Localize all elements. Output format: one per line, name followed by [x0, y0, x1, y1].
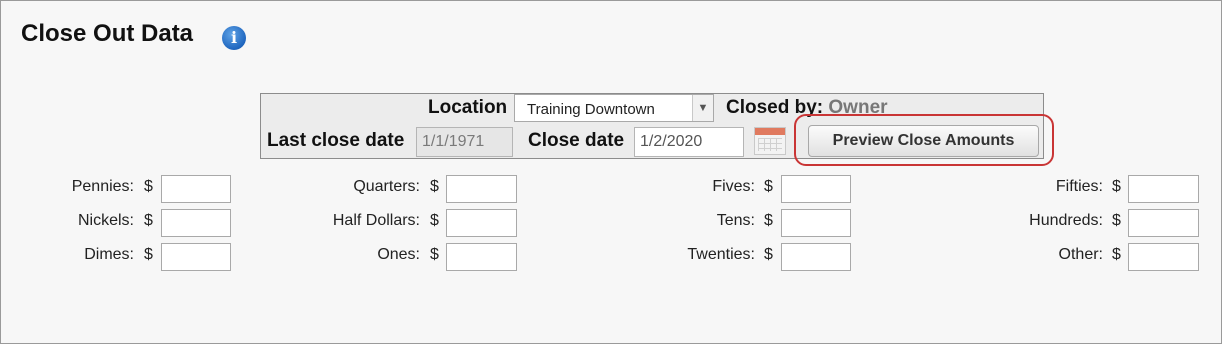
hundreds-input[interactable] — [1128, 209, 1199, 237]
dollar-sign: $ — [764, 246, 773, 263]
tens-input[interactable] — [781, 209, 851, 237]
nickels-input[interactable] — [161, 209, 231, 237]
dollar-sign: $ — [1112, 178, 1121, 195]
dollar-sign: $ — [430, 246, 439, 263]
dollar-sign: $ — [144, 178, 153, 195]
chevron-down-icon[interactable]: ▼ — [692, 95, 713, 121]
twenties-label: Twenties: — [687, 246, 755, 263]
close-date-field[interactable] — [634, 127, 744, 157]
ones-label: Ones: — [377, 246, 420, 263]
info-icon[interactable]: i — [222, 26, 246, 50]
dimes-input[interactable] — [161, 243, 231, 271]
dollar-sign: $ — [1112, 212, 1121, 229]
ones-input[interactable] — [446, 243, 517, 271]
pennies-input[interactable] — [161, 175, 231, 203]
quarters-label: Quarters: — [353, 178, 420, 195]
last-close-date-label: Last close date — [267, 130, 405, 151]
dollar-sign: $ — [144, 212, 153, 229]
dollar-sign: $ — [430, 212, 439, 229]
nickels-label: Nickels: — [77, 212, 134, 229]
preview-close-amounts-button[interactable]: Preview Close Amounts — [808, 125, 1039, 157]
dimes-label: Dimes: — [84, 246, 134, 263]
close-out-window — [0, 0, 1222, 344]
hundreds-label: Hundreds: — [1029, 212, 1103, 229]
half-dollars-input[interactable] — [446, 209, 517, 237]
tens-label: Tens: — [716, 212, 755, 229]
other-label: Other: — [1058, 246, 1103, 263]
location-select[interactable]: Training Downtown ▼ — [514, 94, 714, 122]
half-dollars-label: Half Dollars: — [332, 212, 420, 229]
dollar-sign: $ — [144, 246, 153, 263]
pennies-label: Pennies: — [71, 178, 134, 195]
fifties-input[interactable] — [1128, 175, 1199, 203]
fives-input[interactable] — [781, 175, 851, 203]
fives-label: Fives: — [712, 178, 755, 195]
other-input[interactable] — [1128, 243, 1199, 271]
dollar-sign: $ — [1112, 246, 1121, 263]
dollar-sign: $ — [430, 178, 439, 195]
last-close-date-field — [416, 127, 513, 157]
location-selected-value: Training Downtown — [527, 101, 655, 118]
close-date-label: Close date — [528, 130, 625, 151]
calendar-icon[interactable] — [754, 127, 786, 155]
quarters-input[interactable] — [446, 175, 517, 203]
dollar-sign: $ — [764, 212, 773, 229]
page-title: Close Out Data — [21, 20, 194, 47]
dollar-sign: $ — [764, 178, 773, 195]
twenties-input[interactable] — [781, 243, 851, 271]
fifties-label: Fifties: — [1055, 178, 1103, 195]
location-label: Location — [428, 97, 508, 118]
